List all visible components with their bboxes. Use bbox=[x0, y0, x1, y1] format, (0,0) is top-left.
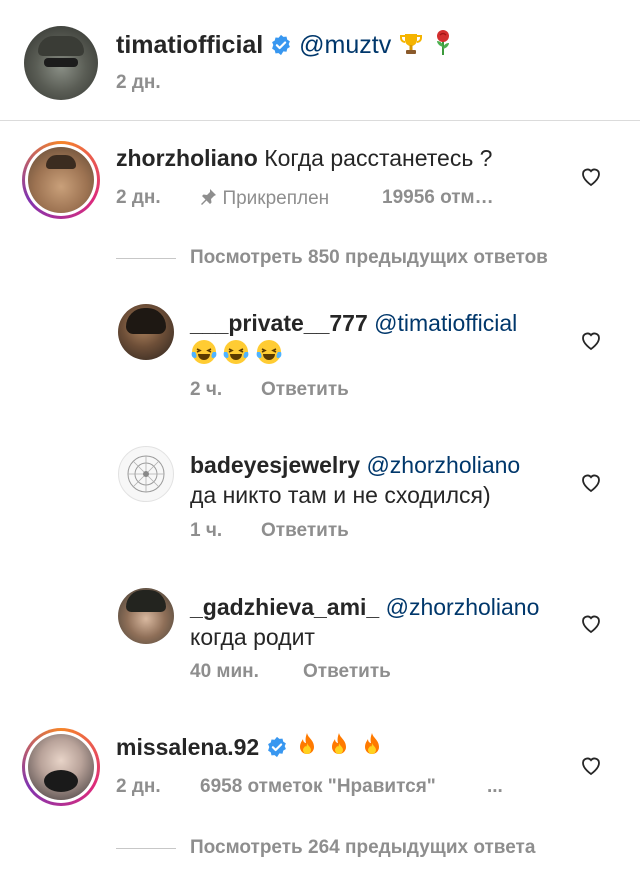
reply-username[interactable]: _gadzhieva_ami_ bbox=[190, 594, 379, 620]
laughing-crying-icon bbox=[222, 338, 250, 371]
comment-avatar-missalena[interactable] bbox=[28, 734, 94, 800]
laughing-crying-icon bbox=[255, 338, 283, 371]
fire-icon bbox=[359, 731, 385, 766]
view-replies-link[interactable]: Посмотреть 850 предыдущих ответов bbox=[190, 247, 548, 269]
reply-body: ___private__777 @timatiofficial bbox=[190, 308, 517, 338]
reply-button[interactable]: Ответить bbox=[303, 661, 391, 683]
fire-icon bbox=[294, 731, 320, 766]
reply-button[interactable]: Ответить bbox=[261, 379, 349, 401]
reply-body: _gadzhieva_ami_ @zhorzholiano bbox=[190, 592, 539, 622]
reply-mention[interactable]: @zhorzholiano bbox=[386, 594, 540, 620]
view-replies-link[interactable]: Посмотреть 264 предыдущих ответа bbox=[190, 837, 535, 859]
like-heart-icon[interactable] bbox=[579, 470, 603, 494]
view-replies-line bbox=[116, 848, 176, 849]
reply-mention[interactable]: @zhorzholiano bbox=[366, 452, 520, 478]
reply-username[interactable]: badeyesjewelry bbox=[190, 452, 360, 478]
reply-button[interactable]: Ответить bbox=[261, 520, 349, 542]
fire-icon bbox=[326, 731, 352, 766]
reply-body: badeyesjewelry @zhorzholiano bbox=[190, 450, 520, 480]
comment-time: 2 дн. bbox=[116, 187, 161, 208]
post-caption: timatiofficial @muztv bbox=[116, 28, 455, 66]
reply-emoji-row bbox=[190, 338, 283, 371]
reply-avatar-badeyesjewelry[interactable] bbox=[118, 446, 174, 502]
trophy-icon bbox=[398, 31, 424, 66]
ornament-icon bbox=[127, 455, 165, 493]
reply-time: 2 ч. bbox=[190, 379, 223, 400]
pin-icon bbox=[201, 189, 216, 205]
avatar-cap-shape bbox=[38, 36, 84, 56]
comment-username[interactable]: missalena.92 bbox=[116, 734, 259, 760]
like-heart-icon[interactable] bbox=[579, 164, 603, 188]
post-mention[interactable]: @muztv bbox=[299, 31, 391, 59]
reply-time: 1 ч. bbox=[190, 520, 223, 541]
like-heart-icon[interactable] bbox=[579, 611, 603, 635]
comment-likes[interactable]: 19956 отм… bbox=[382, 187, 494, 209]
reply-text: когда родит bbox=[190, 624, 315, 650]
laughing-crying-icon bbox=[190, 338, 218, 371]
pinned-indicator: Прикреплен bbox=[198, 187, 329, 210]
reply-avatar-private-777[interactable] bbox=[118, 304, 174, 360]
comment-body: zhorzholiano Когда расстанетесь ? bbox=[116, 143, 492, 173]
avatar-glasses-shape bbox=[44, 58, 78, 67]
story-ring[interactable] bbox=[22, 728, 100, 806]
reply-mention[interactable]: @timatiofficial bbox=[374, 310, 517, 336]
comment-likes[interactable]: 6958 отметок "Нравится" bbox=[200, 776, 436, 798]
story-ring[interactable] bbox=[22, 141, 100, 219]
comment-avatar-zhorzholiano[interactable] bbox=[28, 147, 94, 213]
like-heart-icon[interactable] bbox=[579, 753, 603, 777]
verified-badge-icon bbox=[272, 34, 291, 56]
post-username[interactable]: timatiofficial bbox=[116, 31, 263, 59]
rose-icon bbox=[431, 29, 455, 66]
reply-text: да никто там и не сходился) bbox=[190, 482, 491, 508]
post-divider bbox=[0, 120, 640, 121]
comment-username[interactable]: zhorzholiano bbox=[116, 145, 258, 171]
reply-username[interactable]: ___private__777 bbox=[190, 310, 368, 336]
comment-time: 2 дн. bbox=[116, 776, 161, 797]
reply-time: 40 мин. bbox=[190, 661, 259, 682]
comment-text: Когда расстанетесь ? bbox=[264, 145, 493, 171]
post-time: 2 дн. bbox=[116, 72, 161, 93]
more-options-button[interactable]: ... bbox=[487, 776, 503, 798]
view-replies-line bbox=[116, 258, 176, 259]
verified-badge-icon bbox=[267, 736, 286, 758]
like-heart-icon[interactable] bbox=[579, 328, 603, 352]
post-author-avatar[interactable] bbox=[24, 26, 98, 100]
comment-body: missalena.92 bbox=[116, 731, 385, 766]
reply-avatar-gadzhieva-ami[interactable] bbox=[118, 588, 174, 644]
